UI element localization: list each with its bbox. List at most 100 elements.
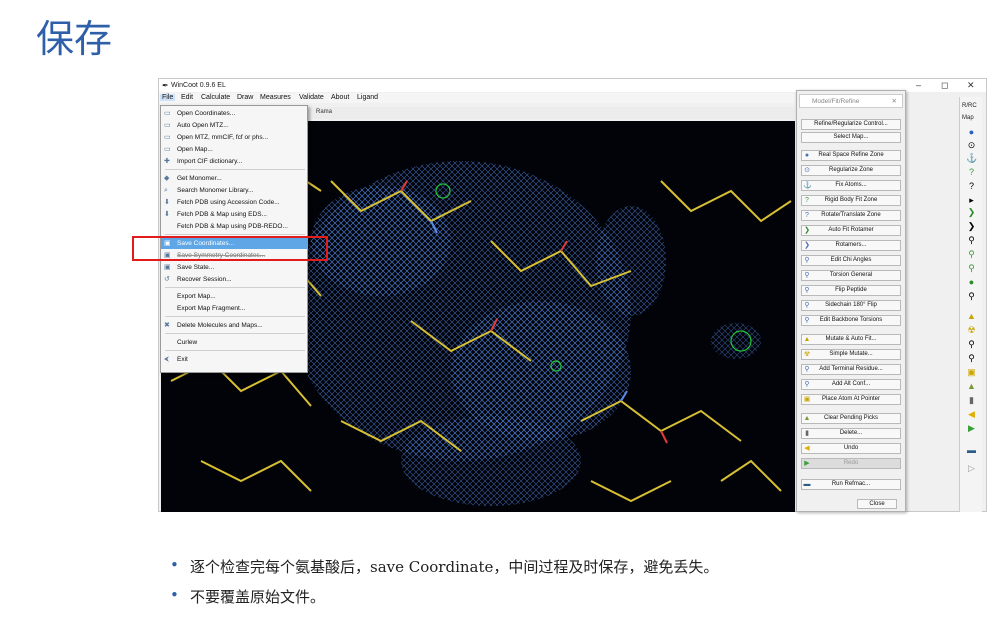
fetch-icon: ⬇: [164, 199, 170, 206]
clear-icon: ▲: [803, 415, 811, 422]
alt-conf-icon[interactable]: ⚲: [966, 353, 977, 364]
simple-mutate-icon[interactable]: ☢: [966, 325, 977, 336]
mutate-icon[interactable]: ▲: [966, 311, 977, 322]
menu-item-save-state[interactable]: ▣ Save State...: [161, 262, 307, 273]
redo-icon[interactable]: ▶: [966, 423, 977, 434]
rigid-body-fit-button[interactable]: ? Rigid Body Fit Zone: [801, 195, 901, 206]
sidechain-flip-button[interactable]: ⚲ Sidechain 180° Flip: [801, 300, 901, 311]
torsion-general-button[interactable]: ⚲ Torsion General: [801, 270, 901, 281]
search-icon: ⌕: [164, 187, 168, 194]
add-terminal-residue-button[interactable]: ⚲ Add Terminal Residue...: [801, 364, 901, 375]
menu-calculate[interactable]: Calculate: [201, 94, 230, 101]
rotate-icon[interactable]: ?: [966, 181, 977, 192]
rama-label[interactable]: Rama: [316, 109, 332, 115]
menu-item-export-map-fragment[interactable]: Export Map Fragment...: [161, 303, 307, 314]
panel-close-button[interactable]: Close: [857, 499, 897, 509]
chi-icon[interactable]: ⚲: [966, 235, 977, 246]
edit-chi-angles-button[interactable]: ⚲ Edit Chi Angles: [801, 255, 901, 266]
refine-icon: ●: [804, 152, 810, 159]
menu-separator: [165, 234, 305, 235]
panel-close-icon[interactable]: ✕: [892, 97, 897, 105]
refmac-icon[interactable]: ▬: [966, 445, 977, 456]
menu-item-curlew[interactable]: Curlew: [161, 337, 307, 348]
menu-item-exit[interactable]: ⮜ Exit: [161, 354, 307, 365]
torsion-icon: ⚲: [804, 272, 810, 279]
menu-validate[interactable]: Validate: [299, 94, 324, 101]
menu-bar: File Edit Calculate Draw Measures Valida…: [159, 93, 795, 103]
menu-item-open-map[interactable]: ▭ Open Map...: [161, 144, 307, 155]
rotamer-icon: ❯: [804, 227, 810, 234]
undo-button[interactable]: ◀ Undo: [801, 443, 901, 454]
panel-tab[interactable]: Model/Fit/Refine ✕: [799, 94, 903, 108]
menu-item-get-monomer[interactable]: ◆ Get Monomer...: [161, 173, 307, 184]
simple-mutate-button[interactable]: ☢ Simple Mutate...: [801, 349, 901, 360]
menu-item-fetch-pdb[interactable]: ⬇ Fetch PDB using Accession Code...: [161, 197, 307, 208]
regularize-icon: ⊙: [804, 167, 810, 174]
flip-peptide-button[interactable]: ⚲ Flip Peptide: [801, 285, 901, 296]
save-icon: ▣: [164, 264, 171, 271]
menu-item-search-monomer[interactable]: ⌕ Search Monomer Library...: [161, 185, 307, 196]
regularize-icon[interactable]: ⊙: [966, 140, 977, 151]
trash-icon[interactable]: ▮: [966, 395, 977, 406]
select-map-button[interactable]: Select Map...: [801, 132, 901, 143]
rotamers-icon[interactable]: ❯: [966, 221, 977, 232]
anchor-icon: ⚓: [803, 182, 812, 189]
menu-separator: [165, 333, 305, 334]
rotamers-button[interactable]: ❯ Rotamers...: [801, 240, 901, 251]
refmac-icon: ▬: [803, 481, 811, 488]
rotate-translate-button[interactable]: ? Rotate/Translate Zone: [801, 210, 901, 221]
clear-icon[interactable]: ▲: [966, 381, 977, 392]
terminal-icon[interactable]: ⚲: [966, 339, 977, 350]
minimize-icon[interactable]: –: [916, 80, 921, 90]
torsion-icon[interactable]: ⚲: [966, 249, 977, 260]
menu-item-open-coordinates[interactable]: ▭ Open Coordinates...: [161, 108, 307, 119]
menu-item-delete-molecules[interactable]: ✖ Delete Molecules and Maps...: [161, 320, 307, 331]
sidechain-flip-icon[interactable]: ●: [966, 277, 977, 288]
refine-control-button[interactable]: Refine/Regularize Control...: [801, 119, 901, 130]
menu-ligand[interactable]: Ligand: [357, 94, 378, 101]
menu-edit[interactable]: Edit: [181, 94, 193, 101]
flip-icon[interactable]: ⚲: [966, 263, 977, 274]
run-refmac-button[interactable]: ▬ Run Refmac...: [801, 479, 901, 490]
undo-icon: ◀: [804, 445, 810, 452]
menu-item-fetch-pdb-redo[interactable]: Fetch PDB & Map using PDB-REDO...: [161, 221, 307, 232]
anchor-icon[interactable]: ⚓: [966, 153, 977, 164]
menu-item-export-map[interactable]: Export Map...: [161, 291, 307, 302]
place-atom-button[interactable]: ▣ Place Atom At Pointer: [801, 394, 901, 405]
add-alt-conf-button[interactable]: ⚲ Add Alt Conf...: [801, 379, 901, 390]
place-atom-icon[interactable]: ▣: [966, 367, 977, 378]
backbone-icon[interactable]: ⚲: [966, 291, 977, 302]
terminal-icon: ⚲: [804, 366, 810, 373]
menu-item-open-mtz[interactable]: ▭ Open MTZ, mmCIF, fcf or phs...: [161, 132, 307, 143]
fix-atoms-button[interactable]: ⚓ Fix Atoms...: [801, 180, 901, 191]
place-atom-icon: ▣: [803, 396, 811, 403]
menu-item-import-cif[interactable]: ✚ Import CIF dictionary...: [161, 156, 307, 167]
expand-icon[interactable]: ▷: [966, 463, 977, 474]
rotamer-icon[interactable]: ❯: [966, 207, 977, 218]
mutate-icon: ☢: [803, 351, 811, 358]
edit-backbone-button[interactable]: ⚲ Edit Backbone Torsions: [801, 315, 901, 326]
clear-pending-picks-button[interactable]: ▲ Clear Pending Picks: [801, 413, 901, 424]
delete-button[interactable]: ▮ Delete...: [801, 428, 901, 439]
menu-measures[interactable]: Measures: [260, 94, 291, 101]
menu-file[interactable]: File: [160, 94, 176, 101]
exit-icon: ⮜: [164, 356, 169, 363]
menu-about[interactable]: About: [331, 94, 349, 101]
folder-icon: ▭: [164, 146, 171, 153]
real-space-refine-button[interactable]: ● Real Space Refine Zone: [801, 150, 901, 161]
menu-draw[interactable]: Draw: [237, 94, 253, 101]
auto-fit-rotamer-button[interactable]: ❯ Auto Fit Rotamer: [801, 225, 901, 236]
undo-icon[interactable]: ◀: [966, 409, 977, 420]
menu-item-recover-session[interactable]: ↺ Recover Session...: [161, 274, 307, 285]
pointer-icon[interactable]: ▸: [966, 195, 977, 206]
redo-button[interactable]: ▶ Redo: [801, 458, 901, 469]
regularize-zone-button[interactable]: ⊙ Regularize Zone: [801, 165, 901, 176]
mutate-autofit-button[interactable]: ▲ Mutate & Auto Fit...: [801, 334, 901, 345]
rigid-body-icon[interactable]: ?: [966, 167, 977, 178]
menu-item-fetch-eds[interactable]: ⬇ Fetch PDB & Map using EDS...: [161, 209, 307, 220]
maximize-icon[interactable]: ◻: [941, 80, 948, 91]
menu-item-auto-open-mtz[interactable]: ▭ Auto Open MTZ...: [161, 120, 307, 131]
sphere-icon[interactable]: ●: [966, 127, 977, 138]
alt-conf-icon: ⚲: [804, 381, 810, 388]
close-icon[interactable]: ✕: [967, 80, 975, 91]
